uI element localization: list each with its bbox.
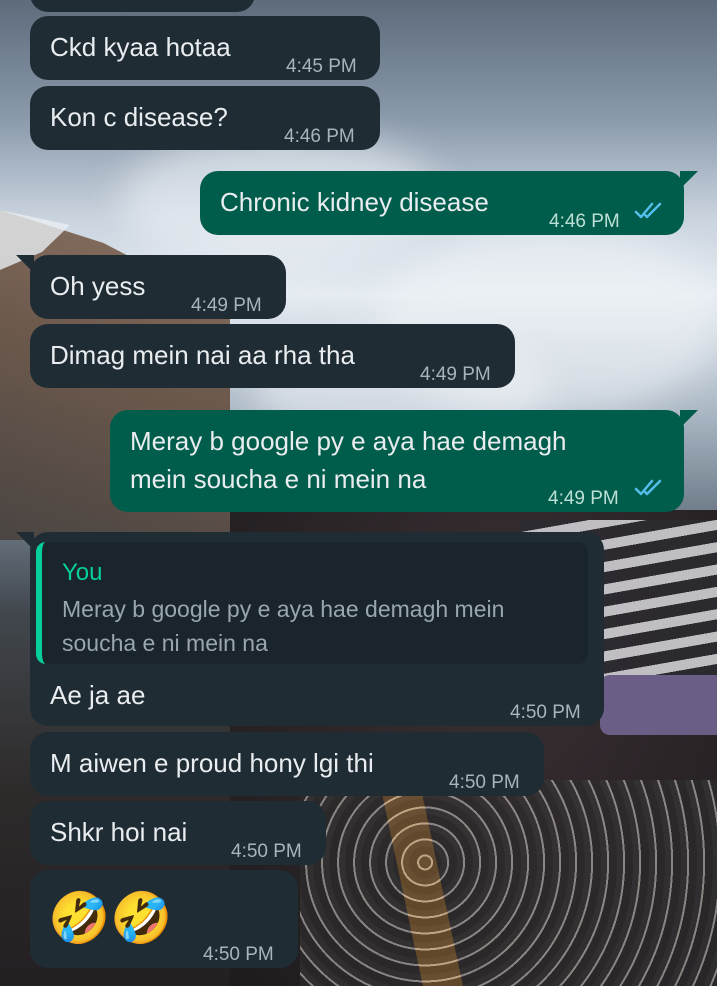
message-text: Oh yess [50, 271, 146, 301]
message-text-line: mein soucha e ni mein na [130, 464, 427, 494]
message-bubble-incoming-reply[interactable]: You Meray b google py e aya hae demagh m… [16, 532, 604, 726]
message-time: 4:45 PM [286, 56, 357, 77]
message-time: 4:49 PM [548, 488, 619, 509]
message-text: M aiwen e proud hony lgi thi [50, 748, 374, 778]
message-text: Kon c disease? [50, 102, 228, 132]
message-text: Ckd kyaa hotaa [50, 32, 231, 62]
message-time: 4:46 PM [284, 126, 355, 147]
message-time: 4:50 PM [510, 702, 581, 723]
message-bubble-incoming[interactable]: Shkr hoi nai 4:50 PM [30, 801, 326, 865]
message-time: 4:46 PM [549, 211, 620, 232]
message-time: 4:50 PM [231, 841, 302, 862]
message-time: 4:49 PM [191, 295, 262, 316]
message-bubble-incoming[interactable]: M aiwen e proud hony lgi thi 4:50 PM [30, 732, 544, 796]
double-check-icon [634, 202, 662, 219]
message-text-line: Meray b google py e aya hae demagh [130, 426, 567, 456]
message-bubble-incoming[interactable]: Dimag mein nai aa rha tha 4:49 PM [30, 324, 515, 388]
message-bubble-incoming[interactable]: Oh yess 4:49 PM [16, 255, 286, 319]
message-text: Shkr hoi nai [50, 817, 188, 847]
message-text: Ae ja ae [50, 680, 146, 710]
message-bubble-outgoing[interactable]: Chronic kidney disease 4:46 PM [200, 171, 698, 235]
message-bubble-outgoing[interactable]: Meray b google py e aya hae demagh mein … [110, 410, 698, 512]
quoted-author: You [62, 559, 103, 586]
message-bubble-incoming[interactable]: Ckd kyaa hotaa 4:45 PM [30, 16, 380, 80]
message-bubble-partial[interactable] [30, 0, 255, 12]
quoted-text: Meray b google py e aya hae demagh mein … [62, 596, 505, 656]
double-check-icon [634, 479, 662, 496]
message-time: 4:50 PM [449, 772, 520, 793]
message-list[interactable]: Ckd kyaa hotaa 4:45 PM Kon c disease? 4:… [0, 0, 717, 986]
message-time: 4:49 PM [420, 364, 491, 385]
message-bubble-incoming[interactable]: Kon c disease? 4:46 PM [30, 86, 380, 150]
message-time: 4:50 PM [203, 944, 274, 965]
quoted-message[interactable]: You Meray b google py e aya hae demagh m… [36, 542, 588, 664]
rofl-emoji: 🤣🤣 [48, 890, 173, 946]
message-text: Dimag mein nai aa rha tha [50, 340, 355, 370]
message-text: Chronic kidney disease [220, 187, 489, 217]
message-bubble-incoming-emoji[interactable]: 🤣🤣 4:50 PM [30, 870, 298, 968]
